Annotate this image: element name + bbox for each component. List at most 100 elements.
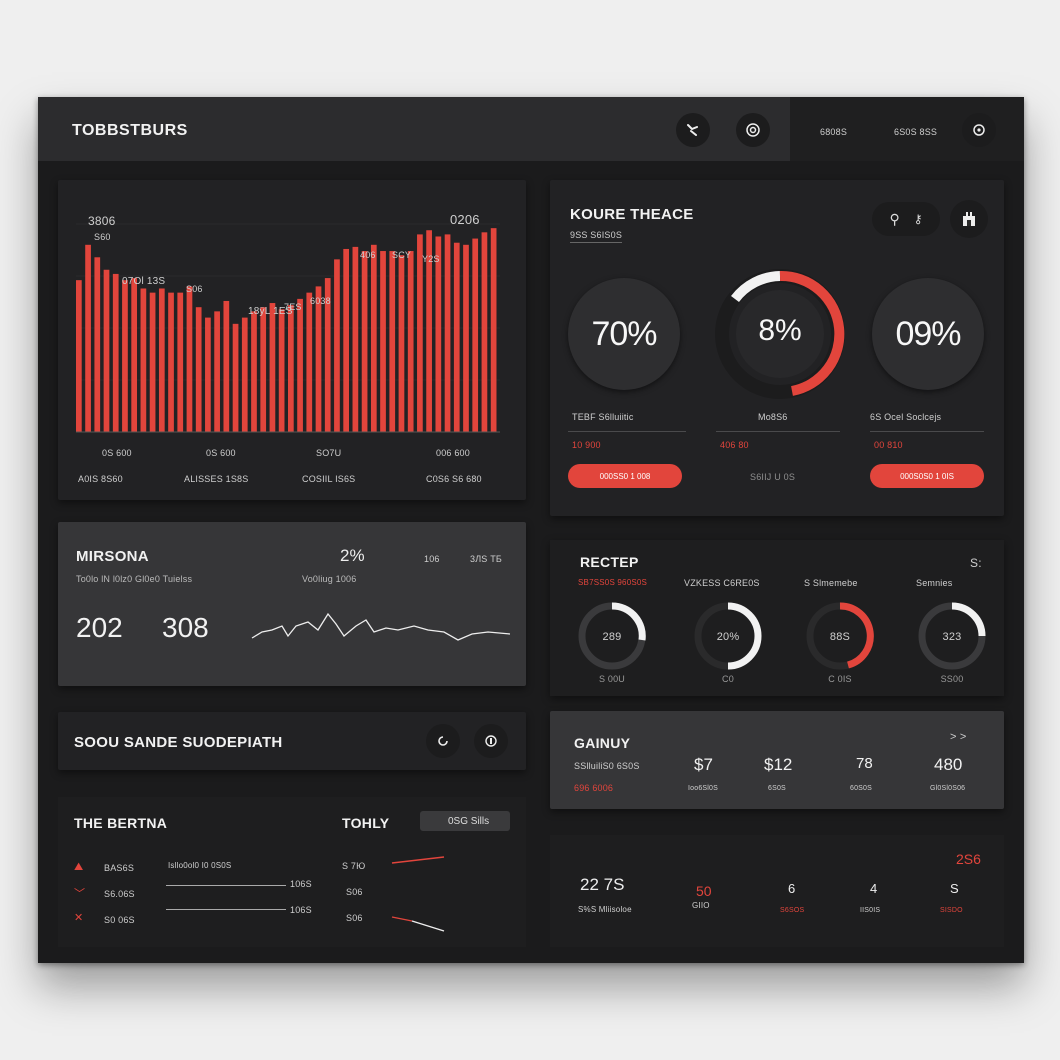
- list-title: THE BERTNA: [74, 815, 168, 831]
- building-icon-button[interactable]: [950, 200, 988, 238]
- chart-bar: [269, 303, 276, 432]
- chart-bar: [214, 311, 220, 432]
- trend-line: [411, 920, 445, 932]
- chart-bar: [205, 317, 211, 432]
- list-row-bar: [166, 909, 286, 910]
- top-nav-link-1[interactable]: 6808S: [820, 127, 847, 137]
- gauge-caption: Mo8S6: [758, 412, 788, 422]
- mountain-icon: ⛰: [74, 861, 84, 873]
- chart-bar: [444, 234, 451, 432]
- gauge-action-button[interactable]: 000S0S0 1 0IS: [870, 464, 984, 488]
- chart-bar: [453, 242, 460, 432]
- chart-bar: [223, 300, 230, 432]
- options-button[interactable]: [474, 724, 508, 758]
- toolbar-pill[interactable]: ⚲ ⚷: [872, 202, 940, 236]
- top-nav-link-2[interactable]: 6S0S 8SS: [894, 127, 937, 137]
- chart-label: 6038: [310, 296, 331, 306]
- list-row-side: S06: [346, 913, 363, 923]
- stats-panel-subtitle-red: 696 6006: [574, 783, 614, 793]
- gauge-ring: 09%: [872, 278, 984, 390]
- chart-bar: [334, 259, 340, 432]
- stats-panel-subtitle: SSlluiliS0 6S0S: [574, 761, 640, 771]
- line-panel-title: MIRSONA: [76, 548, 149, 565]
- chart-bar: [85, 244, 91, 432]
- chart-bar: [472, 238, 479, 432]
- sparkline: [251, 612, 511, 641]
- divider: [870, 431, 984, 432]
- gauge-value: 70%: [591, 314, 657, 353]
- list-panel: THE BERTNA TOHLY 0SG Sills ⛰ ﹀ ✕ BAS6S S…: [58, 797, 526, 947]
- donut-value: 289: [602, 631, 622, 643]
- x-axis-sublabel: ALISSES 1S8S: [184, 474, 249, 484]
- gauge-ring: 70%: [568, 278, 680, 390]
- chart-label: 3806: [88, 214, 116, 228]
- gauge-stat: 406 80: [720, 440, 749, 450]
- stat-value: $7: [694, 755, 713, 774]
- chart-label: S60: [94, 232, 111, 242]
- gauge-stat: 10 900: [572, 440, 601, 450]
- list-row-value: 106S: [290, 905, 312, 915]
- x-axis-sublabel: COSIIL IS6S: [302, 474, 356, 484]
- donut-footer: S 00U: [598, 674, 625, 684]
- gauge-panel: KOURE THEACE 9SS S6IS0S ⚲ ⚷ 70% 8% 09% T…: [550, 180, 1004, 516]
- bottom-stat-label: SISDO: [940, 907, 963, 914]
- chart-bar: [112, 273, 119, 432]
- chart-label: 0206: [450, 212, 480, 227]
- stat-value: 78: [856, 755, 873, 772]
- bottom-main-value: 22 7S: [580, 875, 625, 894]
- gauge-action-link[interactable]: S6IIJ U 0S: [750, 472, 795, 482]
- stat-value: 480: [934, 755, 963, 774]
- chart-bar: [380, 251, 386, 432]
- settings-icon-button[interactable]: [736, 113, 770, 147]
- refresh-icon: [438, 736, 448, 746]
- chart-bar: [343, 248, 350, 432]
- stat-label: 6S0S: [768, 785, 786, 792]
- gauge-panel-subtitle: 9SS S6IS0S: [570, 230, 623, 243]
- bottom-corner-value: 2S6: [956, 851, 981, 867]
- phone-icon-button[interactable]: [676, 113, 710, 147]
- line-panel-tag[interactable]: 3ЛS ТБ: [470, 554, 502, 564]
- filter-pill[interactable]: 0SG Sills: [420, 811, 510, 831]
- bottom-stat-label: S6SOS: [780, 907, 805, 914]
- close-icon: ✕: [74, 912, 84, 924]
- list-row-label: BAS6S: [104, 863, 135, 873]
- stats-panel-title: GAINUY: [574, 735, 631, 751]
- stat-label: Ioo6Sl0S: [688, 785, 719, 792]
- mic-icon: ⚷: [913, 212, 923, 226]
- pin-icon: ⚲: [889, 210, 900, 227]
- profile-button[interactable]: [962, 113, 996, 147]
- chart-bar: [352, 246, 359, 432]
- refresh-button[interactable]: [426, 724, 460, 758]
- stat-label: 60S0S: [850, 785, 873, 792]
- chart-bar: [288, 305, 294, 432]
- chart-bar: [241, 317, 248, 432]
- chart-bar: [463, 244, 469, 432]
- donut-value: 20%: [716, 631, 740, 643]
- list-right-title: TOHLY: [342, 815, 390, 831]
- donut-panel: RECTEP S: SB7SS0S 960S0S VZKESS C6RE0S S…: [550, 540, 1004, 696]
- x-axis-label: 006 600: [436, 448, 470, 458]
- bottom-stat-label: IIS0IS: [860, 907, 881, 914]
- gauge-action-button[interactable]: 000SS0 1 008: [568, 464, 682, 488]
- app-title: TOBBSTBURS: [72, 122, 188, 139]
- donut-value: 88S: [829, 631, 851, 643]
- chart-bar: [361, 251, 368, 432]
- top-bar-right: 6808S 6S0S 8SS: [790, 97, 1024, 161]
- stats-nav-arrows[interactable]: > >: [950, 731, 967, 743]
- x-axis-sublabel: A0IS 8S60: [78, 474, 123, 484]
- gauge-caption: 6S Ocel Soclcejs: [870, 412, 942, 422]
- list-row-value: 106S: [290, 879, 312, 889]
- sparkline-series: [251, 612, 511, 641]
- line-panel-subtitle: To0lo lN l0lz0 Gl0e0 Tuielss: [76, 574, 193, 584]
- list-row-label: S6.06S: [104, 889, 135, 899]
- line-panel-tag[interactable]: 106: [424, 554, 440, 564]
- line-panel-value-2: 308: [162, 612, 209, 643]
- x-axis-label: 0S 600: [102, 448, 132, 458]
- chart-bar: [278, 309, 285, 432]
- divider: [568, 431, 686, 432]
- x-axis-label: SO7U: [316, 448, 342, 458]
- gauge-caption: TEBF S6lluiitic: [572, 412, 634, 422]
- chart-bar: [76, 280, 82, 432]
- x-axis-sublabel: C0S6 S6 680: [426, 474, 482, 484]
- stats-panel: GAINUY SSlluiliS0 6S0S 696 6006 > > $7 $…: [550, 711, 1004, 809]
